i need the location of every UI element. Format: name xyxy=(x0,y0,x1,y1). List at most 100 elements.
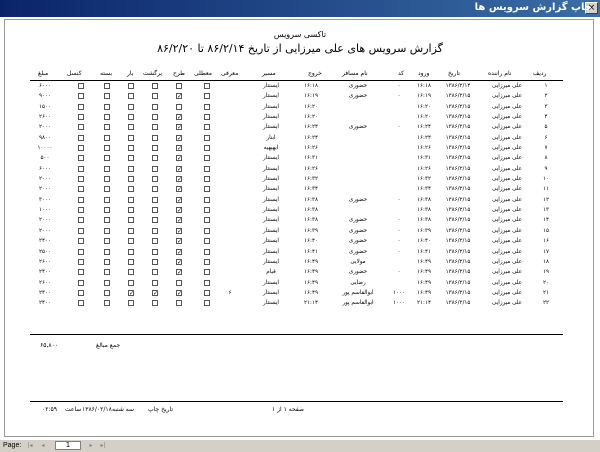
cell-exit: ۱۶:۴۹ xyxy=(304,258,318,265)
cell-date: ۱۳۸۶/۲/۱۵ xyxy=(445,124,471,131)
table-row: ۱۲ علی میرزایی ۱۳۸۶/۲/۱۵ ۱۶:۳۸ ۰ حضوری ۱۶:۳۸ ای… xyxy=(0,195,600,205)
header-dest: مسیر xyxy=(262,70,276,77)
table-row: ۱۶ علی میرزایی ۱۳۸۶/۲/۱۵ ۱۶:۴۰ ۰ حضوری ۱۶:۴۰ ای… xyxy=(0,236,600,246)
cell-driver: علی میرزایی xyxy=(492,217,522,224)
cell-exit: ۱۶:۲۴ xyxy=(304,134,318,141)
return-checkbox xyxy=(152,258,158,265)
waiting-checkbox xyxy=(204,238,210,245)
first-page-button[interactable]: |◂ xyxy=(25,441,35,450)
pack-checkbox xyxy=(104,279,110,286)
print-time: ۰۲:۵۹ xyxy=(42,406,57,413)
trip-checkbox: ✓ xyxy=(176,124,183,132)
load-checkbox xyxy=(128,103,134,110)
cell-exit: ۱۶:۲۴ xyxy=(304,124,318,131)
page-number-input[interactable]: 1 xyxy=(55,441,81,450)
cell-dest: ایسنتار xyxy=(263,238,279,245)
cell-enter: ۱۶:۴۹ xyxy=(417,258,431,265)
prev-page-button[interactable]: ◂ xyxy=(38,441,48,450)
cell-passenger: حضوری xyxy=(348,269,368,276)
cell-dest: ایسنتار xyxy=(263,207,279,214)
print-time-label: ساعت xyxy=(65,406,82,413)
cell-driver: علی میرزایی xyxy=(492,145,522,152)
cell-code: ۰ xyxy=(397,248,401,255)
cell-date: ۱۳۸۶/۲/۱۵ xyxy=(445,269,471,276)
pack-checkbox xyxy=(104,155,110,162)
cell-intro: ۶ xyxy=(228,289,232,296)
cell-driver: علی میرزایی xyxy=(492,83,522,89)
cell-enter: ۱۶:۲۴ xyxy=(417,124,431,131)
cell-date: ۱۳۸۶/۲/۱۵ xyxy=(445,93,471,100)
cell-amount: ۲۰۰۰ xyxy=(38,186,52,193)
waiting-checkbox xyxy=(204,196,210,203)
load-checkbox xyxy=(128,207,134,214)
cell-passenger: حضوری xyxy=(348,227,368,234)
cell-passenger: رضایی xyxy=(350,279,366,286)
cell-dest: ایسنتار xyxy=(263,248,279,255)
cell-dest: ایسنتار xyxy=(263,114,279,121)
load-checkbox xyxy=(128,186,134,193)
header-intro: معرفی xyxy=(221,70,239,77)
header-cancel: کنسل xyxy=(67,70,82,77)
cell-row-no: ۱۸ xyxy=(542,258,549,265)
cell-amount: ۶۰۰۰ xyxy=(38,165,52,172)
waiting-checkbox xyxy=(204,93,210,100)
pack-checkbox xyxy=(104,134,110,141)
cell-row-no: ۹ xyxy=(544,165,548,172)
load-checkbox xyxy=(128,93,134,100)
waiting-checkbox xyxy=(204,227,210,234)
cell-dest: ایسنتار xyxy=(263,196,279,203)
cancel-checkbox xyxy=(78,186,84,193)
load-checkbox xyxy=(128,300,134,307)
trip-checkbox xyxy=(176,300,182,307)
next-page-button[interactable]: ▸ xyxy=(86,441,96,450)
cell-date: ۱۳۸۶/۲/۱۵ xyxy=(445,217,471,224)
return-checkbox xyxy=(152,155,158,162)
pack-checkbox xyxy=(104,103,110,110)
cell-row-no: ۲ xyxy=(544,93,548,100)
waiting-checkbox xyxy=(204,155,210,162)
page-number-text: صفحه ۱ از ۱ xyxy=(272,406,304,413)
cell-dest: ایسنتار xyxy=(263,279,279,286)
cell-amount: ۱۰۰۰ xyxy=(38,207,52,214)
table-row: ۹ علی میرزایی ۱۳۸۶/۲/۱۵ ۱۶:۲۶ ۱۶:۲۶ ایسنتار ۶۰… xyxy=(0,164,600,174)
waiting-checkbox xyxy=(204,258,210,265)
cell-date: ۱۳۸۶/۲/۱۵ xyxy=(445,300,471,307)
cell-date: ۱۳۸۶/۲/۱۵ xyxy=(445,196,471,203)
cell-driver: علی میرزایی xyxy=(492,227,522,234)
cell-amount: ۲۶۰۰ xyxy=(38,258,52,265)
cancel-checkbox xyxy=(78,238,84,245)
pack-checkbox xyxy=(104,83,110,89)
cell-amount: ۲۰۰۰ xyxy=(38,176,52,183)
header-load: بار xyxy=(127,70,134,77)
last-page-button[interactable]: ▸| xyxy=(98,441,108,450)
return-checkbox: ✓ xyxy=(152,289,159,297)
cell-date: ۱۳۸۶/۲/۱۵ xyxy=(445,103,471,110)
waiting-checkbox xyxy=(204,248,210,255)
pack-checkbox xyxy=(104,300,110,307)
cell-date: ۱۳۸۶/۲/۱۴ xyxy=(445,83,471,89)
pack-checkbox xyxy=(104,165,110,172)
cell-enter: ۱۶:۳۱ xyxy=(417,155,431,162)
cell-dest: ایسنتار xyxy=(263,165,279,172)
table-row: ۲۰ علی میرزایی ۱۳۸۶/۲/۱۵ ۱۶:۴۹ رضایی ۱۶:۴۹ ایس… xyxy=(0,278,600,288)
cell-row-no: ۶ xyxy=(544,134,548,141)
cell-amount: ۳۰۰۰ xyxy=(38,196,52,203)
waiting-checkbox xyxy=(204,124,210,131)
cell-enter: ۱۶:۳۸ xyxy=(417,217,431,224)
return-checkbox xyxy=(152,114,158,121)
table-row: ۱۰ علی میرزایی ۱۳۸۶/۲/۱۵ ۱۶:۳۲ ۱۶:۳۲ ایسنتار ۲… xyxy=(0,174,600,184)
pack-checkbox xyxy=(104,196,110,203)
cell-enter: ۱۶:۲۰ xyxy=(417,114,431,121)
pack-checkbox xyxy=(104,207,110,214)
header-return: برگشت xyxy=(143,70,163,77)
cell-driver: علی میرزایی xyxy=(492,269,522,276)
waiting-checkbox xyxy=(204,134,210,141)
trip-checkbox: ✓ xyxy=(176,196,183,204)
return-checkbox xyxy=(152,269,158,276)
table-row: ۲ علی میرزایی ۱۳۸۶/۲/۱۵ ۱۶:۱۹ ۰ حضوری ۱۶:۱۹ ایس… xyxy=(0,91,600,101)
cell-amount: ۱۵۰۰ xyxy=(38,103,52,110)
cell-code: ۰ xyxy=(397,227,401,234)
cell-exit: ۱۶:۴۹ xyxy=(304,269,318,276)
cancel-checkbox xyxy=(78,93,84,100)
waiting-checkbox xyxy=(204,300,210,307)
